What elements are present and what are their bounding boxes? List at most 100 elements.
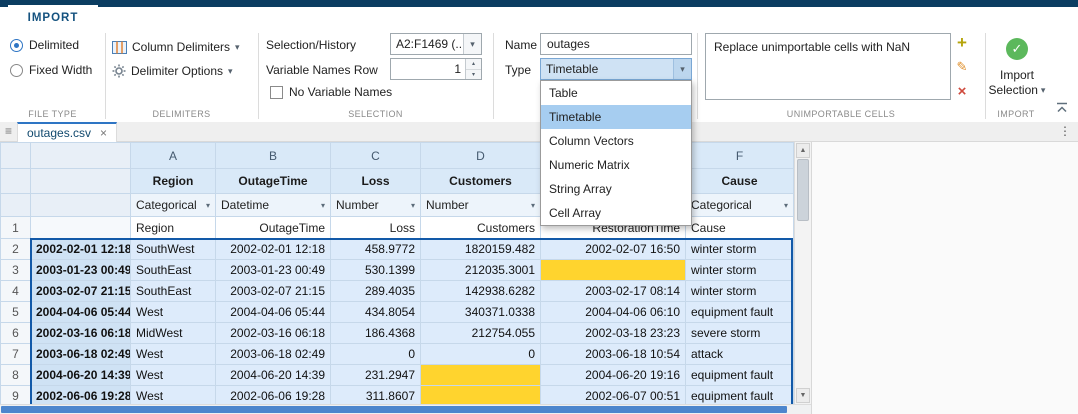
close-icon[interactable]: × — [100, 126, 107, 140]
cell-B3[interactable]: 2003-01-23 00:49 — [216, 260, 331, 281]
type-option-column-vectors[interactable]: Column Vectors — [541, 129, 691, 153]
type-option-timetable[interactable]: Timetable — [541, 105, 691, 129]
cell-E2[interactable]: 2002-02-07 16:50 — [541, 239, 686, 260]
cell-F7[interactable]: attack — [686, 344, 794, 365]
variable-names-row-input[interactable]: 1 ▴▾ — [390, 58, 482, 80]
cell-A2[interactable]: SouthWest — [131, 239, 216, 260]
row-header-6[interactable]: 6 — [1, 323, 31, 344]
overflow-menu-icon[interactable]: ⋮ — [1059, 124, 1071, 138]
row-time-5[interactable]: 2004-04-06 05:44 — [31, 302, 131, 323]
cell-E8[interactable]: 2004-06-20 19:16 — [541, 365, 686, 386]
no-variable-names-checkbox[interactable]: No Variable Names — [270, 85, 392, 99]
cell-E4[interactable]: 2003-02-17 08:14 — [541, 281, 686, 302]
row-time-6[interactable]: 2002-03-16 06:18 — [31, 323, 131, 344]
delimiter-options-button[interactable]: Delimiter Options ▾ — [112, 61, 233, 81]
cell-E6[interactable]: 2002-03-18 23:23 — [541, 323, 686, 344]
vertical-scrollbar[interactable]: ▲ ▼ — [794, 142, 811, 404]
radio-fixed-width[interactable]: Fixed Width — [10, 62, 92, 78]
type-option-numeric-matrix[interactable]: Numeric Matrix — [541, 153, 691, 177]
cell-D9[interactable] — [421, 386, 541, 405]
cell-C8[interactable]: 231.2947 — [331, 365, 421, 386]
row-time-9[interactable]: 2002-06-06 19:28 — [31, 386, 131, 405]
cell-D3[interactable]: 212035.3001 — [421, 260, 541, 281]
column-type-dropdown-F[interactable]: Categorical▾ — [686, 194, 794, 217]
spinner-up-button[interactable]: ▴ — [466, 59, 481, 69]
row-time-4[interactable]: 2003-02-07 21:15 — [31, 281, 131, 302]
cell-F8[interactable]: equipment fault — [686, 365, 794, 386]
row-header-9[interactable]: 9 — [1, 386, 31, 405]
cell-E7[interactable]: 2003-06-18 10:54 — [541, 344, 686, 365]
vertical-scroll-thumb[interactable] — [797, 159, 809, 221]
cell-F6[interactable]: severe storm — [686, 323, 794, 344]
radio-delimited[interactable]: Delimited — [10, 37, 79, 53]
name-input[interactable]: outages — [540, 33, 692, 55]
cell-A7[interactable]: West — [131, 344, 216, 365]
cell-F2[interactable]: winter storm — [686, 239, 794, 260]
column-letter-D[interactable]: D — [421, 143, 541, 169]
row-header-8[interactable]: 8 — [1, 365, 31, 386]
cell-A4[interactable]: SouthEast — [131, 281, 216, 302]
cell-E3[interactable] — [541, 260, 686, 281]
tab-outages-csv[interactable]: outages.csv × — [17, 122, 117, 142]
row-header-1[interactable]: 1 — [1, 217, 31, 239]
row-time-7[interactable]: 2003-06-18 02:49 — [31, 344, 131, 365]
cell-B1[interactable]: OutageTime — [216, 217, 331, 239]
column-type-dropdown-C[interactable]: Number▾ — [331, 194, 421, 217]
cell-D8[interactable] — [421, 365, 541, 386]
cell-C3[interactable]: 530.1399 — [331, 260, 421, 281]
cell-F3[interactable]: winter storm — [686, 260, 794, 281]
collapse-ribbon-button[interactable] — [1055, 102, 1069, 114]
menu-icon[interactable]: ≡ — [5, 124, 12, 138]
cell-C4[interactable]: 289.4035 — [331, 281, 421, 302]
add-rule-button[interactable]: + — [953, 34, 971, 52]
row-time-8[interactable]: 2004-06-20 14:39 — [31, 365, 131, 386]
row-time-3[interactable]: 2003-01-23 00:49 — [31, 260, 131, 281]
cell-C1[interactable]: Loss — [331, 217, 421, 239]
cell-A1[interactable]: Region — [131, 217, 216, 239]
cell-A8[interactable]: West — [131, 365, 216, 386]
edit-rule-button[interactable]: ✎ — [953, 58, 971, 76]
column-letter-C[interactable]: C — [331, 143, 421, 169]
cell-B7[interactable]: 2003-06-18 02:49 — [216, 344, 331, 365]
cell-D4[interactable]: 142938.6282 — [421, 281, 541, 302]
column-name-C[interactable]: Loss — [331, 169, 421, 194]
column-type-dropdown-A[interactable]: Categorical▾ — [131, 194, 216, 217]
horizontal-scroll-thumb[interactable] — [1, 406, 787, 413]
column-type-dropdown-B[interactable]: Datetime▾ — [216, 194, 331, 217]
cell-F9[interactable]: equipment fault — [686, 386, 794, 405]
scroll-down-button[interactable]: ▼ — [796, 388, 810, 403]
cell-A3[interactable]: SouthEast — [131, 260, 216, 281]
unimportable-rules-box[interactable]: Replace unimportable cells with NaN — [705, 33, 951, 100]
cell-C6[interactable]: 186.4368 — [331, 323, 421, 344]
column-letter-A[interactable]: A — [131, 143, 216, 169]
selection-history-dropdown[interactable]: A2:F1469 (... ▾ — [390, 33, 482, 55]
cell-E9[interactable]: 2002-06-07 00:51 — [541, 386, 686, 405]
column-name-A[interactable]: Region — [131, 169, 216, 194]
row-header-3[interactable]: 3 — [1, 260, 31, 281]
scroll-up-button[interactable]: ▲ — [796, 143, 810, 158]
column-name-B[interactable]: OutageTime — [216, 169, 331, 194]
cell-D1[interactable]: Customers — [421, 217, 541, 239]
column-name-F[interactable]: Cause — [686, 169, 794, 194]
row-header-2[interactable]: 2 — [1, 239, 31, 260]
cell-B9[interactable]: 2002-06-06 19:28 — [216, 386, 331, 405]
cell-C2[interactable]: 458.9772 — [331, 239, 421, 260]
row-header-7[interactable]: 7 — [1, 344, 31, 365]
cell-B4[interactable]: 2003-02-07 21:15 — [216, 281, 331, 302]
cell-B8[interactable]: 2004-06-20 14:39 — [216, 365, 331, 386]
spinner-down-button[interactable]: ▾ — [466, 69, 481, 80]
cell-C7[interactable]: 0 — [331, 344, 421, 365]
cell-B6[interactable]: 2002-03-16 06:18 — [216, 323, 331, 344]
cell-F4[interactable]: winter storm — [686, 281, 794, 302]
horizontal-scrollbar[interactable] — [0, 404, 811, 414]
column-delimiters-button[interactable]: Column Delimiters ▾ — [112, 37, 240, 57]
type-option-table[interactable]: Table — [541, 81, 691, 105]
column-letter-F[interactable]: F — [686, 143, 794, 169]
row-time-2[interactable]: 2002-02-01 12:18 — [31, 239, 131, 260]
cell-B5[interactable]: 2004-04-06 05:44 — [216, 302, 331, 323]
cell-A6[interactable]: MidWest — [131, 323, 216, 344]
type-dropdown[interactable]: Timetable ▾ — [540, 58, 692, 80]
cell-B2[interactable]: 2002-02-01 12:18 — [216, 239, 331, 260]
row-header-4[interactable]: 4 — [1, 281, 31, 302]
cell-D7[interactable]: 0 — [421, 344, 541, 365]
